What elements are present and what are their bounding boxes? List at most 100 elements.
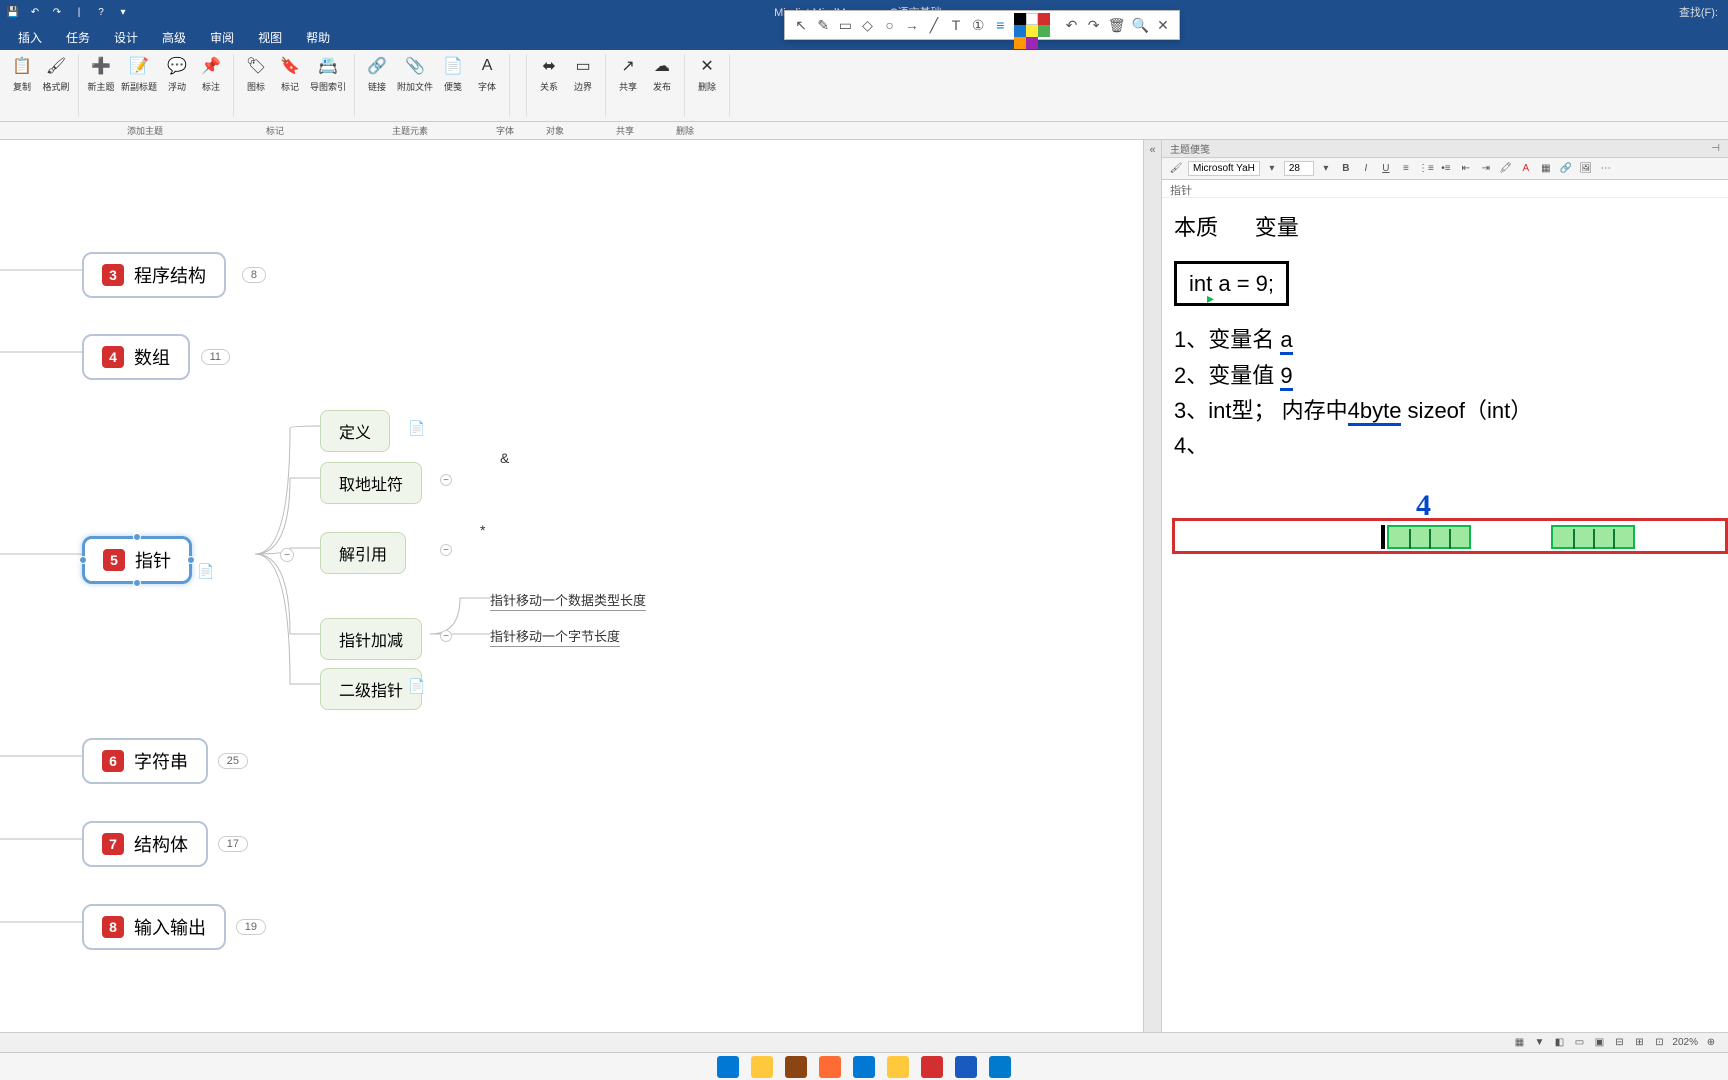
- color-red[interactable]: [1038, 13, 1050, 25]
- image-icon[interactable]: 🖼: [1578, 161, 1594, 177]
- save-icon[interactable]: 💾: [4, 3, 22, 21]
- menu-advanced[interactable]: 高级: [152, 25, 196, 50]
- more-icon[interactable]: ⋯: [1598, 161, 1614, 177]
- color-yellow[interactable]: [1026, 25, 1038, 37]
- notes-pin-icon[interactable]: ⊣: [1711, 143, 1720, 154]
- mindmap-node[interactable]: 7结构体17: [82, 821, 208, 867]
- list-icon[interactable]: ⋮≡: [1418, 161, 1434, 177]
- node-count-badge[interactable]: 8: [242, 267, 266, 283]
- taskbar-app-icon[interactable]: [921, 1056, 943, 1078]
- indent-icon[interactable]: ⇥: [1478, 161, 1494, 177]
- qat-dropdown-icon[interactable]: ▾: [114, 3, 132, 21]
- menu-task[interactable]: 任务: [56, 25, 100, 50]
- ribbon-button[interactable]: ✕删除: [693, 54, 721, 117]
- size-select[interactable]: 28: [1284, 161, 1314, 176]
- ribbon-button[interactable]: 🖌格式刷: [42, 54, 70, 117]
- mindmap[interactable]: 3程序结构84数组115指针📄6字符串257结构体178输入输出19−定义📄取地…: [0, 140, 810, 1056]
- ribbon-button[interactable]: ⬌关系: [535, 54, 563, 117]
- menu-view[interactable]: 视图: [248, 25, 292, 50]
- view-icon-1[interactable]: ▦: [1512, 1036, 1526, 1050]
- notes-content[interactable]: 本质 变量 int a = 9; ▸ 1、变量名 a2、变量值 93、int型；…: [1162, 198, 1728, 1056]
- mindmap-node[interactable]: 4数组11: [82, 334, 190, 380]
- mindmap-node[interactable]: 8输入输出19: [82, 904, 226, 950]
- cursor-icon[interactable]: ↖: [793, 16, 809, 34]
- taskbar-app-icon[interactable]: [785, 1056, 807, 1078]
- taskbar-app-icon[interactable]: [853, 1056, 875, 1078]
- node-count-badge[interactable]: 19: [236, 919, 266, 935]
- menu-design[interactable]: 设计: [104, 25, 148, 50]
- font-color-icon[interactable]: A: [1518, 161, 1534, 177]
- undo-annot-icon[interactable]: ↶: [1063, 16, 1079, 34]
- ribbon-button[interactable]: 📝新副标题: [121, 54, 157, 117]
- table-icon[interactable]: ▦: [1538, 161, 1554, 177]
- diamond-icon[interactable]: ◇: [859, 16, 875, 34]
- italic-icon[interactable]: I: [1358, 161, 1374, 177]
- mindmap-subnode[interactable]: 指针加减: [320, 618, 422, 660]
- size-dropdown-icon[interactable]: ▾: [1318, 161, 1334, 177]
- color-palette[interactable]: [1014, 13, 1057, 37]
- underline-icon[interactable]: U: [1378, 161, 1394, 177]
- ribbon-button[interactable]: ▭边界: [569, 54, 597, 117]
- redo-annot-icon[interactable]: ↷: [1086, 16, 1102, 34]
- link-icon[interactable]: 🔗: [1558, 161, 1574, 177]
- redo-icon[interactable]: ↷: [48, 3, 66, 21]
- collapse-button[interactable]: −: [440, 544, 452, 556]
- ribbon-button[interactable]: ↗共享: [614, 54, 642, 117]
- line-icon[interactable]: ╱: [926, 16, 942, 34]
- ribbon-button[interactable]: 💬浮动: [163, 54, 191, 117]
- mindmap-leaf[interactable]: 指针移动一个数据类型长度: [490, 590, 646, 611]
- bold-icon[interactable]: B: [1338, 161, 1354, 177]
- search-label[interactable]: 查找(F):: [1679, 4, 1718, 20]
- number-icon[interactable]: ①: [970, 16, 986, 34]
- selection-handle[interactable]: [187, 556, 195, 564]
- node-count-badge[interactable]: 25: [218, 753, 248, 769]
- color-purple[interactable]: [1026, 37, 1038, 49]
- mindmap-subnode[interactable]: 取地址符: [320, 462, 422, 504]
- collapse-button[interactable]: −: [440, 630, 452, 642]
- font-dropdown-icon[interactable]: ▾: [1264, 161, 1280, 177]
- note-icon[interactable]: 📄: [408, 678, 424, 694]
- zoom-fit-icon[interactable]: ⊡: [1652, 1036, 1666, 1050]
- ribbon-button[interactable]: 🔖标记: [276, 54, 304, 117]
- bullet-icon[interactable]: •≡: [1438, 161, 1454, 177]
- eraser-icon[interactable]: ≡: [992, 16, 1008, 34]
- ribbon-button[interactable]: 📇导图索引: [310, 54, 346, 117]
- color-black[interactable]: [1014, 13, 1026, 25]
- menu-insert[interactable]: 插入: [8, 25, 52, 50]
- mindmap-subnode[interactable]: 定义: [320, 410, 390, 452]
- color-white[interactable]: [1026, 13, 1038, 25]
- note-icon[interactable]: 📄: [197, 563, 213, 579]
- collapse-button[interactable]: −: [280, 548, 294, 562]
- ribbon-button[interactable]: 📄便笺: [439, 54, 467, 117]
- view-icon-3[interactable]: ▭: [1572, 1036, 1586, 1050]
- expand-icon[interactable]: ⊞: [1632, 1036, 1646, 1050]
- taskbar-app-icon[interactable]: [887, 1056, 909, 1078]
- mindmap-node[interactable]: 6字符串25: [82, 738, 208, 784]
- mindmap-subnode[interactable]: 解引用: [320, 532, 406, 574]
- pen-icon[interactable]: ✎: [815, 16, 831, 34]
- zoom-slider-icon[interactable]: ⊕: [1704, 1036, 1718, 1050]
- note-icon[interactable]: 📄: [408, 420, 424, 436]
- undo-icon[interactable]: ↶: [26, 3, 44, 21]
- mindmap-subnode[interactable]: 二级指针: [320, 668, 422, 710]
- node-count-badge[interactable]: 11: [201, 349, 230, 365]
- rect-icon[interactable]: ▭: [837, 16, 853, 34]
- collapse-icon[interactable]: ⊟: [1612, 1036, 1626, 1050]
- arrow-icon[interactable]: →: [904, 16, 920, 34]
- zoom-value[interactable]: 202%: [1672, 1037, 1698, 1048]
- ribbon-button[interactable]: 🔗链接: [363, 54, 391, 117]
- ribbon-button[interactable]: A字体: [473, 54, 501, 117]
- circle-icon[interactable]: ○: [882, 16, 898, 34]
- mindmap-leaf[interactable]: 指针移动一个字节长度: [490, 626, 620, 647]
- vscode-icon[interactable]: [989, 1056, 1011, 1078]
- filter-icon[interactable]: ▼: [1532, 1036, 1546, 1050]
- ribbon-button[interactable]: 📋复制: [8, 54, 36, 117]
- mindmap-canvas[interactable]: 3程序结构84数组115指针📄6字符串257结构体178输入输出19−定义📄取地…: [0, 140, 1144, 1056]
- font-select[interactable]: Microsoft YaH: [1188, 161, 1260, 176]
- selection-handle[interactable]: [133, 579, 141, 587]
- text-icon[interactable]: T: [948, 16, 964, 34]
- collapse-button[interactable]: −: [440, 474, 452, 486]
- ribbon-button[interactable]: 📎附加文件: [397, 54, 433, 117]
- start-icon[interactable]: [717, 1056, 739, 1078]
- ribbon-button[interactable]: 📌标注: [197, 54, 225, 117]
